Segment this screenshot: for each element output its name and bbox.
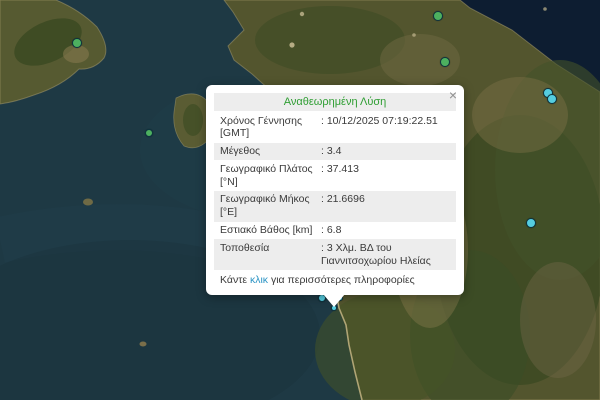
field-value: : 37.413 (321, 163, 450, 176)
earthquake-marker-green[interactable] (440, 57, 450, 67)
row-depth: Εστιακό Βάθος [km] : 6.8 (214, 222, 456, 240)
footer-text-prefix: Κάντε (220, 274, 247, 286)
footer-text-suffix: για περισσότερες πληροφορίες (271, 274, 415, 286)
more-info-link[interactable]: κλικ (250, 274, 268, 286)
earthquake-info-popup: × Αναθεωρημένη Λύση Χρόνος Γέννησης [GMT… (206, 85, 464, 295)
row-latitude: Γεωγραφικό Πλάτος [°N] : 37.413 (214, 160, 456, 191)
earthquake-marker-cyan[interactable] (547, 94, 557, 104)
field-label: Τοποθεσία (220, 242, 321, 255)
field-value: : 3.4 (321, 145, 450, 158)
popup-title: Αναθεωρημένη Λύση (214, 93, 456, 111)
row-location: Τοποθεσία : 3 Χλμ. ΒΔ του Γιαννιτσοχωρίο… (214, 239, 456, 270)
field-value: : 3 Χλμ. ΒΔ του Γιαννιτσοχωρίου Ηλείας (321, 242, 450, 268)
field-label: Γεωγραφικό Πλάτος [°N] (220, 163, 321, 189)
map-canvas[interactable]: × Αναθεωρημένη Λύση Χρόνος Γέννησης [GMT… (0, 0, 600, 400)
field-label: Χρόνος Γέννησης [GMT] (220, 115, 321, 141)
field-value: : 6.8 (321, 224, 450, 237)
popup-tail (323, 294, 345, 307)
field-value: : 10/12/2025 07:19:22.51 (321, 115, 450, 128)
earthquake-marker-green[interactable] (72, 38, 82, 48)
earthquake-marker-green[interactable] (433, 11, 443, 21)
field-label: Γεωγραφικό Μήκος [°E] (220, 193, 321, 219)
field-value: : 21.6696 (321, 193, 450, 206)
row-magnitude: Μέγεθος : 3.4 (214, 143, 456, 161)
popup-footer: Κάντε κλικ για περισσότερες πληροφορίες (214, 270, 456, 289)
row-longitude: Γεωγραφικό Μήκος [°E] : 21.6696 (214, 191, 456, 222)
earthquake-marker-green[interactable] (145, 129, 153, 137)
row-origin-time: Χρόνος Γέννησης [GMT] : 10/12/2025 07:19… (214, 112, 456, 143)
close-icon[interactable]: × (445, 86, 461, 104)
earthquake-marker-cyan[interactable] (526, 218, 536, 228)
field-label: Εστιακό Βάθος [km] (220, 224, 321, 237)
field-label: Μέγεθος (220, 145, 321, 158)
popup-table: Χρόνος Γέννησης [GMT] : 10/12/2025 07:19… (214, 112, 456, 270)
